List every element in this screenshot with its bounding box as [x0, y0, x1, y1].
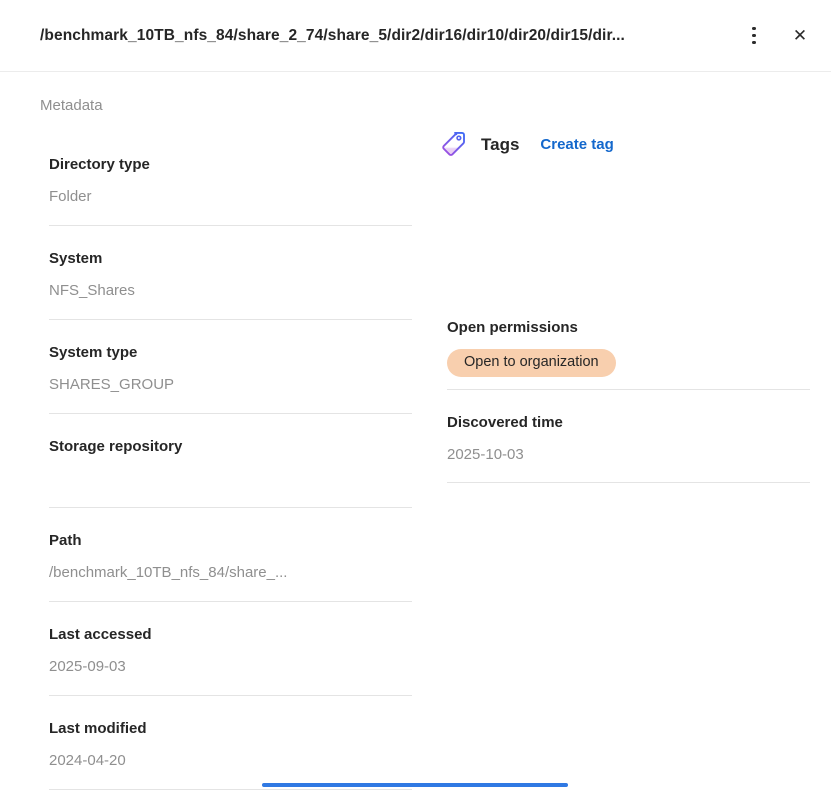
open-permissions-badge: Open to organization [447, 349, 616, 377]
field-value: SHARES_GROUP [49, 376, 412, 393]
metadata-field: System NFS_Shares [49, 226, 412, 320]
field-value [49, 470, 412, 487]
field-value: Folder [49, 188, 412, 205]
kebab-menu-icon[interactable] [737, 19, 771, 53]
field-label: Directory type [49, 156, 412, 173]
panel-header: /benchmark_10TB_nfs_84/share_2_74/share_… [0, 0, 831, 72]
create-tag-link[interactable]: Create tag [540, 136, 613, 153]
field-label: Last accessed [49, 626, 412, 643]
panel-body: Metadata Directory type Folder System NF… [0, 72, 831, 790]
discovered-time-label: Discovered time [447, 414, 810, 431]
metadata-field: System type SHARES_GROUP [49, 320, 412, 414]
field-label: System type [49, 344, 412, 361]
kebab-dot [752, 41, 756, 45]
field-label: System [49, 250, 412, 267]
field-value: /benchmark_10TB_nfs_84/share_... [49, 564, 412, 581]
field-label: Storage repository [49, 438, 412, 455]
field-label: Last modified [49, 720, 412, 737]
metadata-column: Metadata Directory type Folder System NF… [40, 72, 412, 790]
horizontal-scrollbar-thumb[interactable] [262, 783, 568, 787]
metadata-field-list: Directory type Folder System NFS_Shares … [40, 132, 412, 790]
field-label: Path [49, 532, 412, 549]
metadata-field: Path /benchmark_10TB_nfs_84/share_... [49, 508, 412, 602]
metadata-field: Storage repository [49, 414, 412, 508]
metadata-section-label: Metadata [40, 97, 412, 114]
field-value: 2025-09-03 [49, 658, 412, 675]
open-permissions-label: Open permissions [447, 319, 810, 336]
field-value: 2024-04-20 [49, 752, 412, 769]
kebab-dot [752, 34, 756, 38]
metadata-field: Last accessed 2025-09-03 [49, 602, 412, 696]
panel-title: /benchmark_10TB_nfs_84/share_2_74/share_… [40, 27, 737, 45]
open-permissions-section: Open permissions Open to organization [447, 319, 810, 390]
metadata-field: Last modified 2024-04-20 [49, 696, 412, 790]
discovered-time-value: 2025-10-03 [447, 446, 810, 463]
field-value: NFS_Shares [49, 282, 412, 299]
close-icon[interactable]: ✕ [783, 19, 817, 53]
discovered-time-section: Discovered time 2025-10-03 [447, 390, 810, 483]
metadata-field: Directory type Folder [49, 132, 412, 226]
tags-title: Tags [481, 135, 519, 155]
tag-icon [438, 128, 468, 161]
tags-header-row: Tags Create tag [438, 128, 810, 161]
kebab-dot [752, 27, 756, 31]
details-column: Tags Create tag Open permissions Open to… [437, 72, 810, 790]
